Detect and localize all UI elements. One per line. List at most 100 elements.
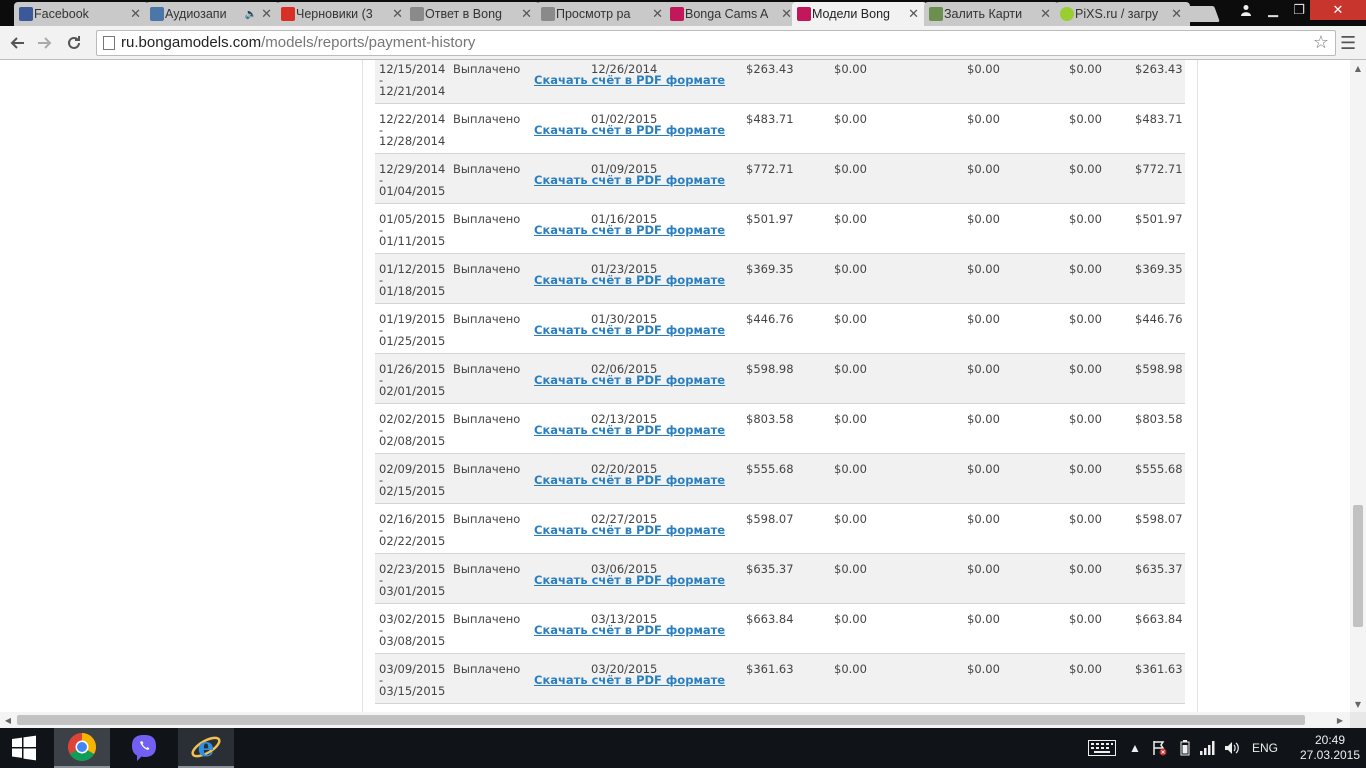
vertical-scroll-thumb[interactable] xyxy=(1353,505,1363,627)
address-bar[interactable]: ru.bongamodels.com/models/reports/paymen… xyxy=(96,30,1336,56)
tab-close-icon[interactable]: ✕ xyxy=(1040,6,1051,22)
value-col2: $0.00 xyxy=(834,262,867,276)
taskbar-ie-button[interactable]: e xyxy=(178,728,234,768)
total: $369.35 xyxy=(1135,262,1183,276)
download-pdf-link[interactable]: Скачать счёт в PDF формате xyxy=(534,373,725,387)
chrome-menu-icon[interactable]: ☰ xyxy=(1340,33,1356,54)
minimize-icon[interactable]: ▁ xyxy=(1262,0,1284,20)
scroll-left-arrow-icon[interactable]: ◀ xyxy=(0,712,16,728)
download-pdf-link[interactable]: Скачать счёт в PDF формате xyxy=(534,473,725,487)
show-hidden-icons-icon[interactable]: ▲ xyxy=(1129,728,1141,768)
forward-icon[interactable] xyxy=(34,32,56,54)
tab-4[interactable]: Просмотр ра ✕ xyxy=(536,2,671,26)
value-col4: $0.00 xyxy=(1069,612,1102,626)
value-col4: $0.00 xyxy=(1069,162,1102,176)
window-close-icon[interactable]: ✕ xyxy=(1310,0,1366,20)
tab-6[interactable]: Модели Bong ✕ xyxy=(792,2,927,26)
period-start: 01/19/2015 xyxy=(379,312,446,326)
period-end: 02/22/2015 xyxy=(379,534,446,548)
tab-1[interactable]: Аудиозапи 🔈 ✕ xyxy=(145,2,280,26)
tab-3[interactable]: Ответ в Bong ✕ xyxy=(405,2,540,26)
vertical-scrollbar[interactable]: ▲ ▼ xyxy=(1350,60,1366,712)
network-signal-icon[interactable] xyxy=(1200,728,1216,768)
tab-close-icon[interactable]: ✕ xyxy=(521,6,532,22)
taskbar-chrome-button[interactable] xyxy=(54,728,110,768)
period-end: 02/01/2015 xyxy=(379,384,446,398)
horizontal-scroll-thumb[interactable] xyxy=(17,715,1305,725)
touch-keyboard-icon[interactable] xyxy=(1088,728,1116,768)
scroll-up-arrow-icon[interactable]: ▲ xyxy=(1350,60,1366,76)
windows-logo-icon xyxy=(12,735,36,761)
browser-toolbar: ru.bongamodels.com/models/reports/paymen… xyxy=(0,26,1366,60)
table-row: -02/16/2015 Выплачено 02/27/2015 Скачать сч… xyxy=(375,504,1185,554)
value-col3: $0.00 xyxy=(967,612,1000,626)
tab-8[interactable]: PiXS.ru / загру ✕ xyxy=(1055,2,1190,26)
tab-audio-icon[interactable]: 🔈 xyxy=(245,9,257,20)
download-pdf-link[interactable]: Скачать счёт в PDF формате xyxy=(534,223,725,237)
download-pdf-link[interactable]: Скачать счёт в PDF формате xyxy=(534,123,725,137)
restore-icon[interactable]: ❐ xyxy=(1288,0,1310,20)
tab-2[interactable]: Черновики (3 ✕ xyxy=(276,2,411,26)
tab-close-icon[interactable]: ✕ xyxy=(908,6,919,22)
value-col2: $0.00 xyxy=(834,512,867,526)
volume-icon[interactable] xyxy=(1224,728,1240,768)
value-col3: $0.00 xyxy=(967,212,1000,226)
table-row: -01/19/2015 Выплачено 01/30/2015 Скачать сч… xyxy=(375,304,1185,354)
period-end: 12/28/2014 xyxy=(379,134,446,148)
tab-close-icon[interactable]: ✕ xyxy=(130,6,141,22)
period-end: 02/15/2015 xyxy=(379,484,446,498)
page-viewport: -12/15/2014 Выплачено 12/26/2014 Скачать сч… xyxy=(0,60,1350,712)
tab-5[interactable]: Bonga Cams A ✕ xyxy=(665,2,800,26)
tab-close-icon[interactable]: ✕ xyxy=(392,6,403,22)
tab-7[interactable]: Залить Карти ✕ xyxy=(924,2,1059,26)
tab-close-icon[interactable]: ✕ xyxy=(261,6,272,22)
download-pdf-link[interactable]: Скачать счёт в PDF формате xyxy=(534,273,725,287)
reload-icon[interactable] xyxy=(63,32,85,54)
tab-close-icon[interactable]: ✕ xyxy=(652,6,663,22)
total: $635.37 xyxy=(1135,562,1183,576)
payment-status: Выплачено xyxy=(453,262,521,276)
back-icon[interactable] xyxy=(6,32,28,54)
value-col4: $0.00 xyxy=(1069,462,1102,476)
forum-icon xyxy=(541,7,555,21)
period-start: 01/05/2015 xyxy=(379,212,446,226)
taskbar-viber-button[interactable] xyxy=(116,728,172,768)
tab-close-icon[interactable]: ✕ xyxy=(781,6,792,22)
download-pdf-link[interactable]: Скачать счёт в PDF формате xyxy=(534,673,725,687)
scroll-right-arrow-icon[interactable]: ▶ xyxy=(1332,712,1348,728)
action-center-flag-icon[interactable] xyxy=(1151,728,1167,768)
period-end: 12/21/2014 xyxy=(379,84,446,98)
download-pdf-link[interactable]: Скачать счёт в PDF формате xyxy=(534,323,725,337)
period-start: 12/22/2014 xyxy=(379,112,446,126)
tab-title: Модели Bong xyxy=(812,7,891,21)
bookmark-star-icon[interactable]: ☆ xyxy=(1313,32,1329,53)
battery-icon[interactable] xyxy=(1180,728,1190,768)
value-col2: $0.00 xyxy=(834,612,867,626)
download-pdf-link[interactable]: Скачать счёт в PDF формате xyxy=(534,73,725,87)
start-button[interactable] xyxy=(0,728,48,768)
download-pdf-link[interactable]: Скачать счёт в PDF формате xyxy=(534,573,725,587)
value-col4: $0.00 xyxy=(1069,112,1102,126)
total: $598.98 xyxy=(1135,362,1183,376)
value-col4: $0.00 xyxy=(1069,312,1102,326)
download-pdf-link[interactable]: Скачать счёт в PDF формате xyxy=(534,423,725,437)
horizontal-scrollbar[interactable]: ◀ ▶ xyxy=(0,712,1350,728)
page-icon xyxy=(103,36,115,50)
viber-icon xyxy=(132,735,156,761)
new-tab-button[interactable] xyxy=(1180,6,1220,22)
amount: $772.71 xyxy=(746,162,794,176)
svg-text:e: e xyxy=(198,733,215,763)
download-pdf-link[interactable]: Скачать счёт в PDF формате xyxy=(534,523,725,537)
total: $555.68 xyxy=(1135,462,1183,476)
user-icon[interactable] xyxy=(1232,0,1260,20)
download-pdf-link[interactable]: Скачать счёт в PDF формате xyxy=(534,623,725,637)
download-pdf-link[interactable]: Скачать счёт в PDF формате xyxy=(534,173,725,187)
forum-icon xyxy=(410,7,424,21)
clock[interactable]: 20:49 27.03.2015 xyxy=(1300,728,1360,768)
scroll-down-arrow-icon[interactable]: ▼ xyxy=(1350,696,1366,712)
input-language[interactable]: ENG xyxy=(1252,728,1278,768)
tab-0[interactable]: Facebook ✕ xyxy=(14,2,149,26)
period-end: 02/08/2015 xyxy=(379,434,446,448)
vk-icon xyxy=(150,7,164,21)
url-text[interactable]: ru.bongamodels.com/models/reports/paymen… xyxy=(121,34,475,51)
